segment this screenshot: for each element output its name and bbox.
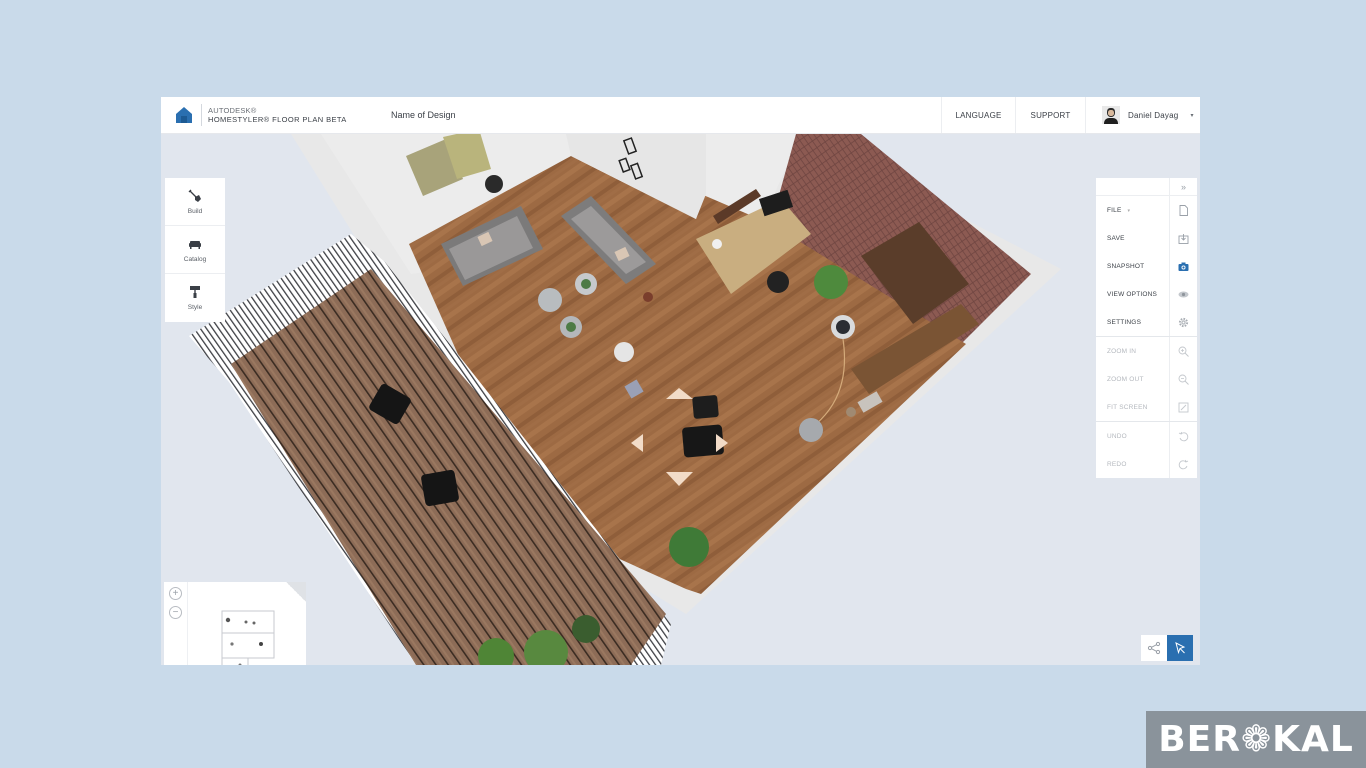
app-logo[interactable]: AUTODESK® HOMESTYLER® FLOOR PLAN BETA [161, 97, 347, 133]
menu-snapshot[interactable]: SNAPSHOT [1096, 252, 1197, 280]
floor-lamp [614, 342, 634, 362]
file-icon [1179, 204, 1188, 216]
watermark-logo: BER❁KAL [1146, 711, 1366, 768]
floor-plan-3d-view[interactable] [161, 134, 1200, 665]
minimap-panel: + − [164, 582, 306, 665]
user-name: Daniel Dayag [1128, 110, 1179, 120]
chevron-down-icon: ▾ [1127, 207, 1131, 214]
armchair [692, 395, 719, 419]
deck-armchair [421, 469, 459, 507]
plant [669, 527, 709, 567]
select-tool-button[interactable] [1167, 635, 1193, 661]
zoom-out-icon [1178, 374, 1189, 385]
side-table [538, 288, 562, 312]
plant [566, 322, 576, 332]
top-header: AUTODESK® HOMESTYLER® FLOOR PLAN BETA Na… [161, 97, 1200, 134]
camera-icon [1178, 262, 1189, 271]
desk-lamp [712, 239, 722, 249]
office-chair [767, 271, 789, 293]
plant [581, 279, 591, 289]
menu-settings[interactable]: SETTINGS [1096, 308, 1197, 336]
menu-save[interactable]: SAVE [1096, 224, 1197, 252]
tool-build[interactable]: Build [165, 178, 225, 226]
share-button[interactable] [1141, 635, 1167, 661]
minimap-collapse-corner[interactable] [286, 582, 306, 602]
menu-fit-screen[interactable]: FIT SCREEN [1096, 393, 1197, 421]
menu-redo-label: REDO [1107, 460, 1127, 468]
fit-screen-icon [1178, 402, 1189, 412]
menu-zoom-out-label: ZOOM OUT [1107, 375, 1144, 383]
paint-roller-icon [190, 286, 200, 298]
menu-zoom-out[interactable]: ZOOM OUT [1096, 365, 1197, 393]
menu-snapshot-label: SNAPSHOT [1107, 262, 1145, 270]
user-menu[interactable]: Daniel Dayag ▾ [1085, 97, 1200, 133]
menu-file-label: FILE [1107, 206, 1122, 214]
right-menu-panel: » FILE ▾ SAVE SNAPSHOT VIEW OPTIONS SETT… [1096, 178, 1197, 478]
watermark-text: BER❁KAL [1158, 719, 1354, 760]
brand-name: AUTODESK® [208, 106, 257, 115]
chevron-down-icon: ▾ [1190, 112, 1194, 119]
sofa-icon [189, 240, 201, 249]
minimap-zoom-in-button[interactable]: + [169, 587, 182, 600]
tool-catalog[interactable]: Catalog [165, 226, 225, 274]
logo-divider [201, 104, 202, 126]
decor-vase [643, 292, 653, 302]
menu-fit-screen-label: FIT SCREEN [1107, 403, 1148, 411]
floor-plan-canvas[interactable]: Build Catalog Style » FILE ▾ SAVE SNAPSH… [161, 134, 1200, 665]
menu-settings-label: SETTINGS [1107, 318, 1142, 326]
eye-icon [1178, 291, 1189, 297]
undo-icon [1178, 431, 1189, 441]
house-logo-icon [176, 107, 192, 123]
menu-redo[interactable]: REDO [1096, 450, 1197, 478]
collapse-panel-icon[interactable]: » [1169, 178, 1197, 195]
save-icon [1178, 233, 1189, 244]
tool-style[interactable]: Style [165, 274, 225, 322]
avatar [1102, 106, 1120, 124]
plant [572, 615, 600, 643]
minimap-view[interactable] [188, 582, 306, 665]
floor-lamp [799, 418, 823, 442]
product-name: HOMESTYLER® FLOOR PLAN BETA [208, 115, 347, 124]
plant [814, 265, 848, 299]
redo-icon [1178, 459, 1189, 469]
share-icon [1147, 641, 1161, 655]
zoom-in-icon [1178, 346, 1189, 357]
language-button[interactable]: LANGUAGE [941, 97, 1015, 133]
tool-style-label: Style [187, 304, 203, 311]
design-name[interactable]: Name of Design [391, 110, 456, 120]
menu-undo-label: UNDO [1107, 432, 1127, 440]
left-tool-panel: Build Catalog Style [165, 178, 225, 322]
menu-view-options[interactable]: VIEW OPTIONS [1096, 280, 1197, 308]
tool-catalog-label: Catalog [183, 255, 207, 263]
menu-save-label: SAVE [1107, 234, 1125, 242]
gear-icon [1178, 317, 1189, 327]
homestyler-app: AUTODESK® HOMESTYLER® FLOOR PLAN BETA Na… [161, 97, 1200, 665]
menu-file[interactable]: FILE ▾ [1096, 196, 1197, 224]
menu-undo[interactable]: UNDO [1096, 422, 1197, 450]
minimap-zoom-out-button[interactable]: − [169, 606, 182, 619]
menu-zoom-in-label: ZOOM IN [1107, 347, 1137, 355]
menu-view-options-label: VIEW OPTIONS [1107, 290, 1158, 298]
shovel-icon [188, 189, 201, 202]
tool-build-label: Build [187, 207, 203, 215]
pointer-icon [1175, 642, 1186, 655]
menu-zoom-in[interactable]: ZOOM IN [1096, 337, 1197, 365]
support-button[interactable]: SUPPORT [1015, 97, 1085, 133]
